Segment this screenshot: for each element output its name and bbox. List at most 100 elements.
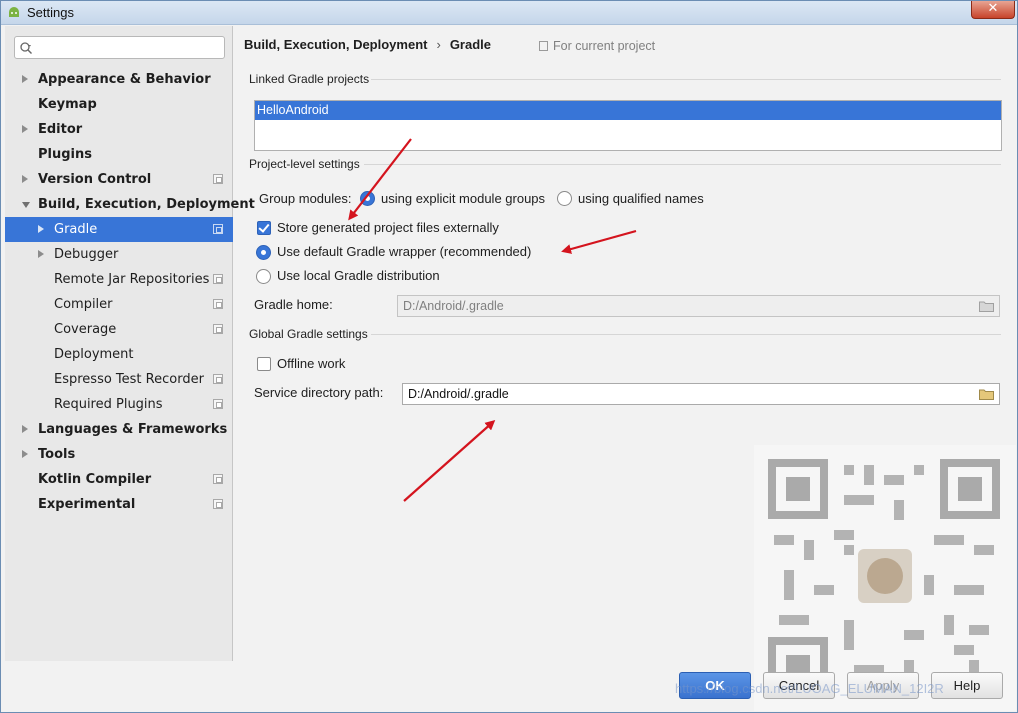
- sidebar-item-tools[interactable]: Tools: [5, 442, 233, 467]
- group-explicit-radio[interactable]: [360, 191, 375, 206]
- gradle-home-field: D:/Android/.gradle: [397, 295, 1000, 317]
- folder-icon: [979, 301, 994, 312]
- linked-projects-section-title: Linked Gradle projects: [249, 72, 370, 86]
- group-qualified-label[interactable]: using qualified names: [578, 190, 704, 208]
- sidebar-item-debugger[interactable]: Debugger: [5, 242, 233, 267]
- store-external-checkbox[interactable]: [257, 221, 271, 235]
- group-qualified-radio[interactable]: [557, 191, 572, 206]
- project-scope-icon: [213, 499, 223, 509]
- sidebar-item-keymap[interactable]: Keymap: [5, 92, 233, 117]
- service-dir-label: Service directory path:: [254, 385, 384, 400]
- offline-work-label[interactable]: Offline work: [277, 355, 345, 373]
- for-project-label: For current project: [553, 39, 656, 53]
- sidebar-item-gradle[interactable]: Gradle: [5, 217, 233, 242]
- sidebar-item-remote-jar-repositories[interactable]: Remote Jar Repositories: [5, 267, 233, 292]
- settings-sidebar: Appearance & Behavior Keymap Editor Plugins…: [5, 26, 255, 661]
- section-divider: [371, 79, 1001, 80]
- close-button[interactable]: ✕: [971, 1, 1015, 19]
- sidebar-item-label: Deployment: [54, 347, 134, 362]
- sidebar-item-experimental[interactable]: Experimental: [5, 492, 233, 517]
- sidebar-item-espresso-test-recorder[interactable]: Espresso Test Recorder: [5, 367, 233, 392]
- chevron-right-icon[interactable]: [22, 175, 28, 183]
- default-wrapper-label[interactable]: Use default Gradle wrapper (recommended): [277, 243, 531, 261]
- default-wrapper-radio[interactable]: [256, 245, 271, 260]
- sidebar-item-label: Kotlin Compiler: [38, 472, 152, 487]
- watermark-text: https://blog.csdn.net/LUOAG_ELUMAN_12I2R: [675, 681, 944, 696]
- sidebar-item-plugins[interactable]: Plugins: [5, 142, 233, 167]
- sidebar-item-label: Coverage: [54, 322, 117, 337]
- project-scope-icon: [213, 224, 223, 234]
- chevron-down-icon[interactable]: [22, 202, 30, 208]
- sidebar-item-label: Remote Jar Repositories: [54, 272, 210, 287]
- global-section-title: Global Gradle settings: [249, 327, 368, 341]
- sidebar-item-label: Languages & Frameworks: [38, 422, 228, 437]
- sidebar-item-label: Build, Execution, Deployment: [38, 197, 255, 212]
- linked-project-item[interactable]: HelloAndroid: [255, 101, 1001, 120]
- project-scope-icon: [213, 324, 223, 334]
- project-scope-icon: [213, 274, 223, 284]
- breadcrumb-parent: Build, Execution, Deployment: [244, 37, 428, 52]
- group-modules-label: Group modules:: [259, 191, 352, 206]
- title-bar: Settings ✕: [1, 1, 1017, 25]
- breadcrumb-current: Gradle: [449, 37, 491, 52]
- sidebar-item-label: Tools: [38, 447, 76, 462]
- chevron-right-icon[interactable]: [22, 125, 28, 133]
- sidebar-item-appearance-behavior[interactable]: Appearance & Behavior: [5, 67, 233, 92]
- sidebar-item-kotlin-compiler[interactable]: Kotlin Compiler: [5, 467, 233, 492]
- for-current-project-note: For current project: [539, 39, 655, 53]
- sidebar-item-label: Plugins: [38, 147, 92, 162]
- sidebar-item-deployment[interactable]: Deployment: [5, 342, 233, 367]
- linked-projects-list[interactable]: HelloAndroid: [254, 100, 1002, 151]
- service-dir-value[interactable]: D:/Android/.gradle: [408, 387, 509, 401]
- sidebar-item-required-plugins[interactable]: Required Plugins: [5, 392, 233, 417]
- sidebar-item-version-control[interactable]: Version Control: [5, 167, 233, 192]
- gradle-home-value: D:/Android/.gradle: [403, 299, 504, 313]
- chevron-right-icon[interactable]: [38, 225, 44, 233]
- android-studio-icon: [9, 7, 19, 17]
- sidebar-item-compiler[interactable]: Compiler: [5, 292, 233, 317]
- group-explicit-label[interactable]: using explicit module groups: [381, 190, 545, 208]
- sidebar-item-coverage[interactable]: Coverage: [5, 317, 233, 342]
- project-level-section-title: Project-level settings: [249, 157, 360, 171]
- breadcrumb: Build, Execution, Deployment › Gradle: [244, 37, 491, 52]
- project-scope-icon: [213, 299, 223, 309]
- sidebar-item-label: Experimental: [38, 497, 136, 512]
- section-divider: [364, 164, 1001, 165]
- sidebar-item-label: Keymap: [38, 97, 97, 112]
- sidebar-item-build-execution-deployment[interactable]: Build, Execution, Deployment: [5, 192, 255, 217]
- sidebar-item-label: Editor: [38, 122, 83, 137]
- sidebar-item-editor[interactable]: Editor: [5, 117, 233, 142]
- project-scope-icon: [213, 374, 223, 384]
- project-scope-icon: [213, 399, 223, 409]
- chevron-right-icon[interactable]: [38, 250, 44, 258]
- project-scope-icon: [539, 41, 548, 51]
- local-distribution-radio[interactable]: [256, 269, 271, 284]
- settings-search[interactable]: [14, 36, 225, 59]
- sidebar-item-label: Required Plugins: [54, 397, 163, 412]
- section-divider: [371, 334, 1001, 335]
- service-dir-field[interactable]: D:/Android/.gradle: [402, 383, 1000, 405]
- sidebar-item-label: Debugger: [54, 247, 119, 262]
- project-scope-icon: [213, 174, 223, 184]
- gradle-home-label: Gradle home:: [254, 297, 333, 312]
- sidebar-item-languages-frameworks[interactable]: Languages & Frameworks: [5, 417, 233, 442]
- local-distribution-label[interactable]: Use local Gradle distribution: [277, 267, 440, 285]
- sidebar-item-label: Version Control: [38, 172, 152, 187]
- settings-tree: Appearance & Behavior Keymap Editor Plugins…: [5, 67, 255, 517]
- settings-window: Settings ✕ Appearance & Behavior Keymap Ed…: [0, 0, 1018, 713]
- sidebar-item-label: Espresso Test Recorder: [54, 372, 204, 387]
- sidebar-item-label: Compiler: [54, 297, 113, 312]
- offline-work-checkbox[interactable]: [257, 357, 271, 371]
- breadcrumb-separator: ›: [436, 37, 441, 52]
- store-external-label[interactable]: Store generated project files externally: [277, 219, 499, 237]
- sidebar-item-label: Gradle: [54, 222, 98, 237]
- chevron-right-icon[interactable]: [22, 450, 28, 458]
- sidebar-item-label: Appearance & Behavior: [38, 72, 211, 87]
- folder-icon[interactable]: [979, 389, 994, 400]
- search-icon: [20, 42, 32, 54]
- chevron-right-icon[interactable]: [22, 425, 28, 433]
- search-input[interactable]: [37, 39, 221, 56]
- window-title: Settings: [27, 5, 74, 20]
- chevron-right-icon[interactable]: [22, 75, 28, 83]
- project-scope-icon: [213, 474, 223, 484]
